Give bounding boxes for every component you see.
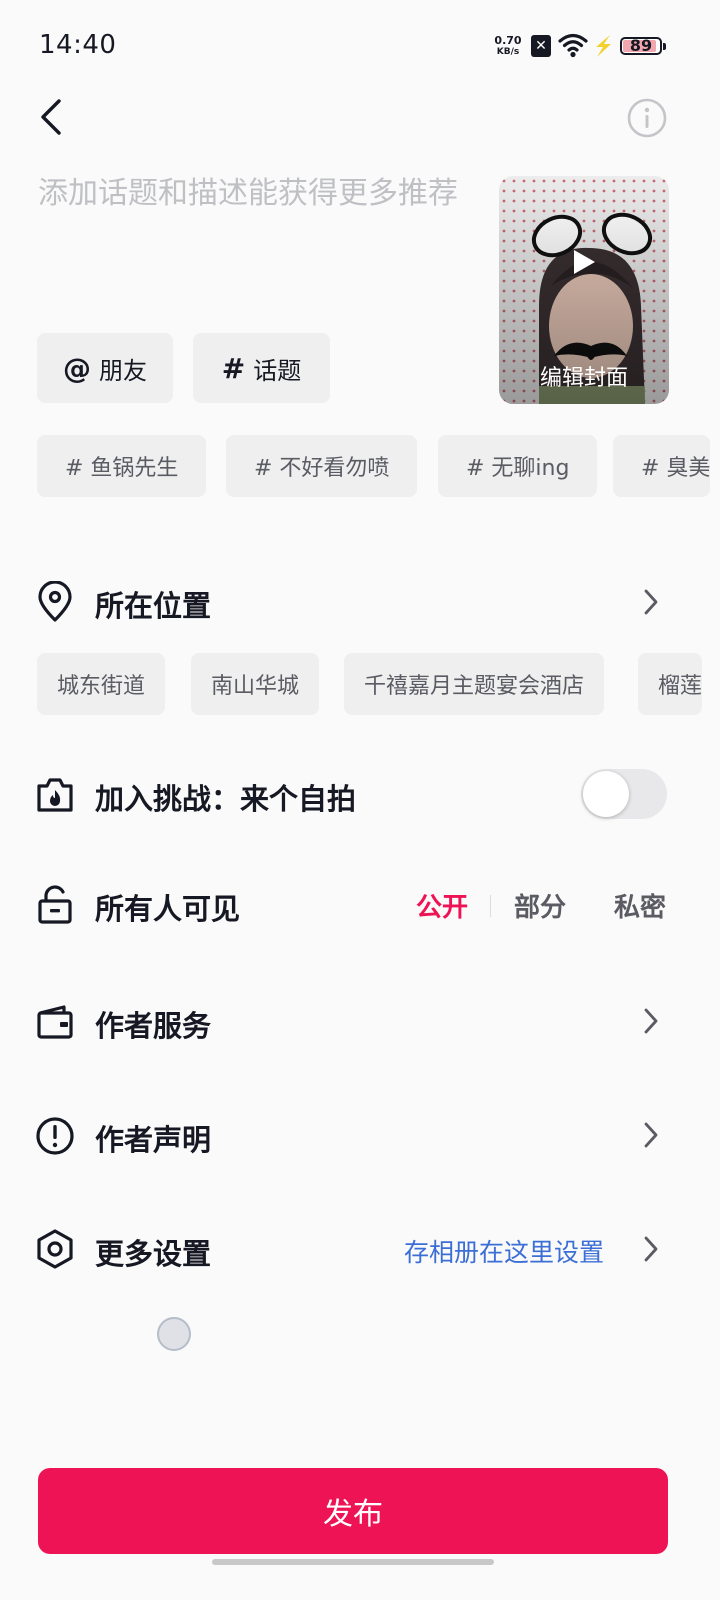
visibility-private-option[interactable]: 私密	[614, 887, 666, 924]
status-time: 14:40	[39, 30, 117, 60]
hashtag-icon: #	[221, 351, 246, 385]
author-service-label[interactable]: 作者服务	[95, 1003, 211, 1045]
add-topic-label: 话题	[253, 356, 302, 385]
add-topic-button[interactable]: # 话题	[193, 333, 330, 403]
chevron-right-icon[interactable]	[640, 1006, 662, 1036]
location-chip[interactable]: 南山华城	[191, 653, 320, 715]
touch-indicator	[157, 1317, 191, 1351]
visibility-partial-option[interactable]: 部分	[514, 887, 566, 924]
save-album-settings-link[interactable]: 存相册在这里设置	[404, 1233, 604, 1269]
wifi-icon	[558, 33, 588, 58]
location-pin-icon	[38, 581, 72, 622]
more-settings-label[interactable]: 更多设置	[95, 1231, 211, 1273]
at-icon: @	[63, 351, 91, 385]
topic-chip[interactable]: # 臭美	[613, 435, 711, 497]
chevron-right-icon[interactable]	[640, 1120, 662, 1150]
publish-button[interactable]: 发布	[38, 1468, 668, 1554]
battery-tip	[663, 43, 666, 50]
description-input[interactable]: 添加话题和描述能获得更多推荐	[38, 175, 458, 213]
visibility-label: 所有人可见	[95, 892, 241, 926]
challenge-label: 加入挑战：来个自拍	[95, 782, 357, 816]
wallet-icon	[37, 1005, 73, 1039]
network-speed-unit: KB/s	[496, 47, 520, 57]
mention-friend-button[interactable]: @ 朋友	[37, 333, 173, 403]
network-speed: 0.70 KB/s	[492, 34, 524, 58]
video-cover[interactable]: 编辑封面	[499, 176, 669, 404]
location-chip[interactable]: 榴莲	[638, 653, 703, 715]
toggle-knob	[583, 771, 629, 817]
chevron-right-icon[interactable]	[640, 1234, 662, 1264]
visibility-public-option[interactable]: 公开	[416, 887, 468, 924]
hexagon-settings-icon	[37, 1229, 73, 1269]
edit-cover-label: 编辑封面	[539, 366, 628, 391]
camera-flame-icon	[37, 778, 73, 812]
network-speed-value: 0.70	[494, 34, 522, 47]
sim-x-icon: ✕	[531, 35, 551, 57]
chevron-right-icon[interactable]	[640, 587, 662, 617]
location-chip[interactable]: 千禧嘉月主题宴会酒店	[344, 653, 605, 715]
topic-chip[interactable]: # 无聊ing	[438, 435, 598, 497]
topic-chip[interactable]: # 鱼锅先生	[37, 435, 207, 497]
location-label[interactable]: 所在位置	[95, 583, 211, 625]
battery-icon: 89	[620, 36, 662, 55]
battery-level: 89	[629, 36, 653, 55]
topic-chip[interactable]: # 不好看勿喷	[226, 435, 418, 497]
chevron-left-icon[interactable]	[30, 95, 74, 139]
info-circle-icon[interactable]	[626, 97, 668, 139]
mention-friend-label: 朋友	[99, 356, 147, 385]
exclamation-circle-icon	[36, 1117, 74, 1155]
location-chip[interactable]: 城东街道	[37, 653, 166, 715]
visibility-divider	[490, 895, 491, 917]
charging-bolt-icon	[596, 35, 611, 57]
author-statement-label[interactable]: 作者声明	[95, 1117, 211, 1159]
home-indicator[interactable]	[212, 1559, 494, 1565]
challenge-toggle[interactable]	[581, 769, 667, 819]
unlock-icon	[38, 885, 72, 924]
